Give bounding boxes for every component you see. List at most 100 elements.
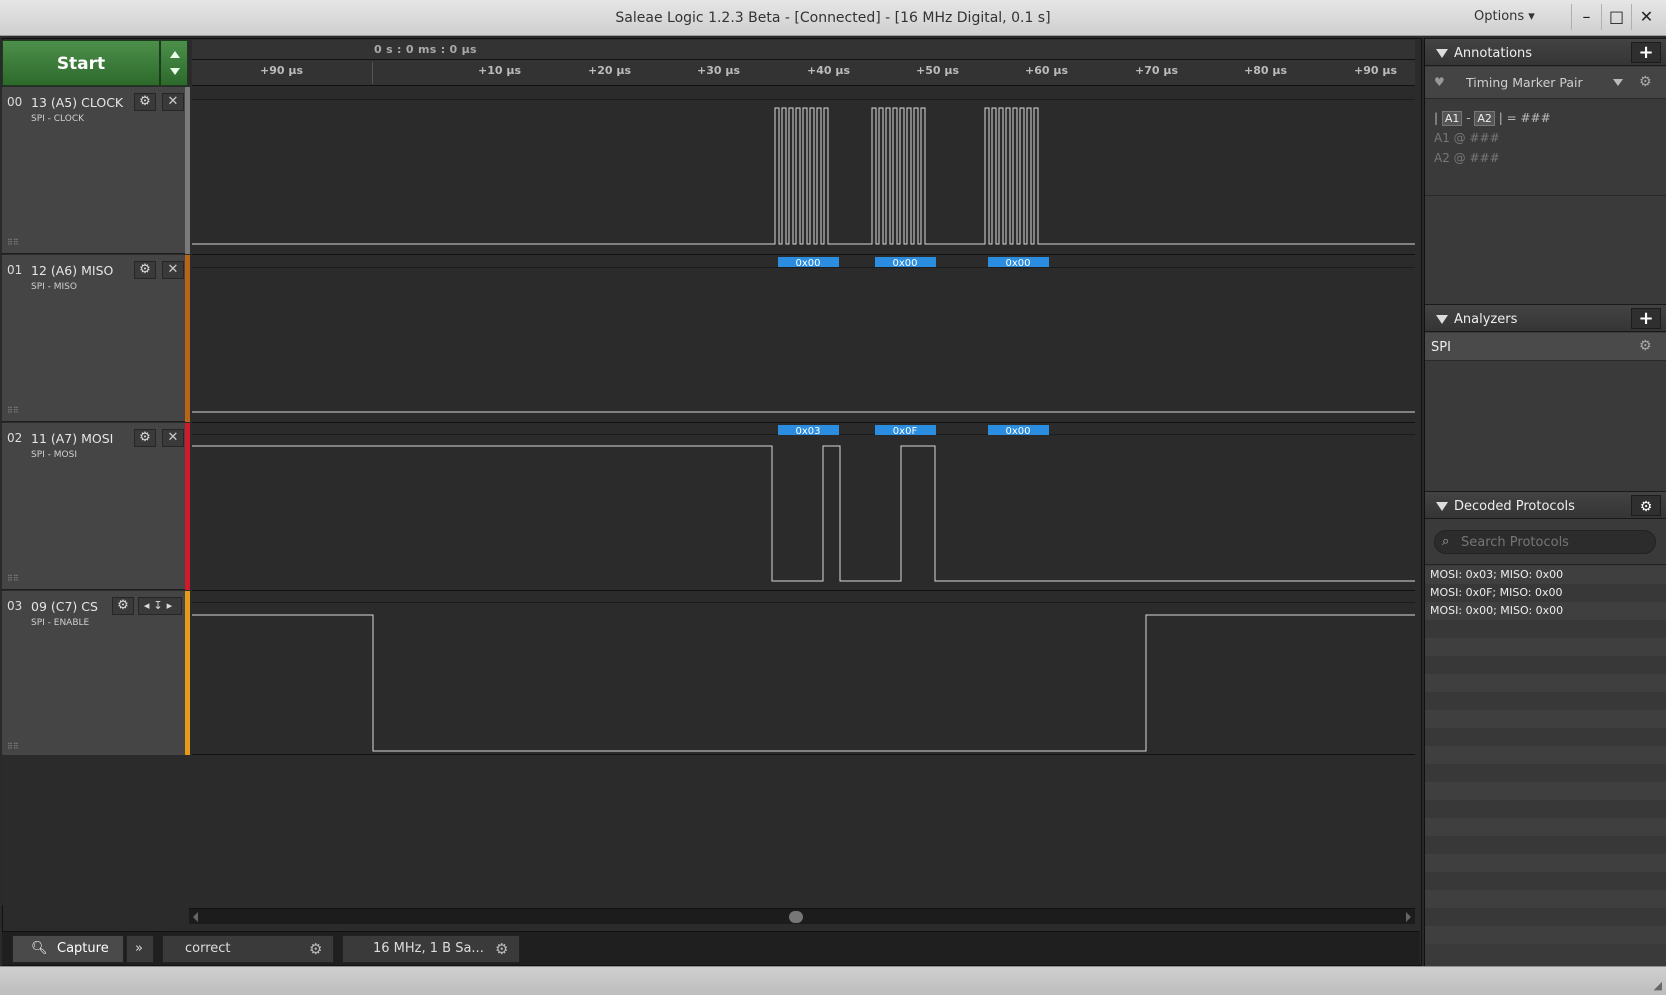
channel-row-cs[interactable]: 03 09 (C7) CS SPI - ENABLE ⚙ ◂↧▸ ⠿⠿	[2, 591, 190, 758]
channel-number: 03	[7, 599, 23, 613]
decoded-row[interactable]: MOSI: 0x0F; MISO: 0x00	[1425, 584, 1666, 602]
channel-settings-button[interactable]: ⚙	[134, 93, 156, 111]
marker-a1-readout: A1 @ ###	[1434, 131, 1500, 145]
ruler-tick: +60 µs	[1025, 64, 1068, 77]
arrow-down-icon	[170, 68, 180, 75]
horizontal-scrollbar[interactable]	[189, 908, 1415, 924]
ruler-tick: +30 µs	[697, 64, 740, 77]
channel-settings-button[interactable]: ⚙	[112, 597, 134, 615]
scroll-thumb[interactable]	[789, 911, 803, 923]
gear-icon[interactable]: ⚙	[1639, 338, 1652, 354]
marker-a1-chip[interactable]: A1	[1441, 111, 1463, 126]
close-icon: ✕	[167, 430, 179, 445]
start-options-button[interactable]	[160, 40, 188, 86]
minimize-button[interactable]: –	[1571, 4, 1601, 30]
channel-number: 02	[7, 431, 23, 445]
analyzers-header[interactable]: Analyzers +	[1425, 304, 1666, 332]
channel-color-bar	[185, 423, 190, 590]
add-annotation-button[interactable]: +	[1631, 42, 1661, 63]
channel-row-mosi[interactable]: 02 11 (A7) MOSI SPI - MOSI ⚙ ✕ ⠿⠿	[2, 423, 190, 590]
drag-handle-icon[interactable]: ⠿⠿	[7, 574, 19, 583]
decoded-row-empty	[1425, 908, 1666, 926]
chevron-down-icon[interactable]	[1613, 79, 1623, 86]
close-button[interactable]: ✕	[1631, 4, 1661, 30]
analyzer-item-spi[interactable]: SPI ⚙	[1425, 333, 1666, 361]
gear-icon[interactable]: ⚙	[495, 936, 508, 962]
decoded-row-empty	[1425, 728, 1666, 746]
ruler-tick: +40 µs	[807, 64, 850, 77]
ruler-tick: +20 µs	[588, 64, 631, 77]
formula-dash: -	[1466, 111, 1471, 125]
gear-icon[interactable]: ⚙	[309, 936, 322, 962]
mosi-decoded-label: 0x0F	[893, 426, 918, 437]
decoded-protocols-header[interactable]: Decoded Protocols ⚙	[1425, 491, 1666, 519]
resize-grip-icon[interactable]: ◢	[1654, 979, 1662, 992]
collapse-triangle-icon[interactable]	[1436, 49, 1448, 58]
decoded-row-empty	[1425, 638, 1666, 656]
channel-color-bar	[185, 255, 190, 422]
waveform-view[interactable]: 0x00 0x00 0x00 0x03 0x0F 0x00	[192, 87, 1415, 755]
time-ruler[interactable]: 0 s : 0 ms : 0 µs +90 µs +10 µs +20 µs +…	[192, 40, 1415, 86]
application-window: Saleae Logic 1.2.3 Beta - [Connected] - …	[0, 0, 1666, 995]
ruler-tick: +10 µs	[478, 64, 521, 77]
channel-name[interactable]: 13 (A5) CLOCK	[31, 95, 123, 110]
right-sidebar: Annotations + ♥ Timing Marker Pair ⚙ | A…	[1424, 38, 1666, 966]
maximize-button[interactable]: □	[1601, 4, 1631, 30]
capture-tab[interactable]: 🔍︎ Capture	[12, 935, 124, 963]
formula-result: | = ###	[1498, 111, 1551, 125]
gear-icon: ⚙	[117, 598, 129, 613]
decoded-row-empty	[1425, 872, 1666, 890]
decoded-row-empty	[1425, 926, 1666, 944]
drag-handle-icon[interactable]: ⠿⠿	[7, 238, 19, 247]
ruler-tick: +50 µs	[916, 64, 959, 77]
annotations-header[interactable]: Annotations +	[1425, 38, 1666, 66]
channel-settings-button[interactable]: ⚙	[134, 261, 156, 279]
session-tab-capture-settings[interactable]: 16 MHz, 1 B Sa... ⚙	[342, 935, 520, 963]
channel-subtitle: SPI - MOSI	[31, 450, 77, 460]
ruler-tick: +70 µs	[1135, 64, 1178, 77]
marker-a2-chip[interactable]: A2	[1474, 111, 1495, 126]
channel-remove-button[interactable]: ✕	[162, 429, 184, 447]
channel-number: 00	[7, 95, 23, 109]
decoded-protocols-body: ⌕ MOSI: 0x03; MISO: 0x00 MOSI: 0x0F; MIS…	[1425, 520, 1666, 965]
decoded-row-empty	[1425, 674, 1666, 692]
channel-name[interactable]: 12 (A6) MISO	[31, 263, 113, 278]
drag-handle-icon[interactable]: ⠿⠿	[7, 406, 19, 415]
search-icon: ⌕	[1442, 534, 1450, 549]
session-tab-correct[interactable]: correct ⚙	[162, 935, 334, 963]
expand-tabs-button[interactable]: »	[126, 935, 154, 963]
ruler-time-origin: 0 s : 0 ms : 0 µs	[374, 43, 477, 56]
prev-edge-icon[interactable]: ◂	[144, 599, 154, 612]
decoded-row[interactable]: MOSI: 0x03; MISO: 0x00	[1425, 566, 1666, 584]
channel-row-miso[interactable]: 01 12 (A6) MISO SPI - MISO ⚙ ✕ ⠿⠿	[2, 255, 190, 422]
search-protocols-input[interactable]	[1434, 530, 1656, 554]
channel-name[interactable]: 11 (A7) MOSI	[31, 431, 113, 446]
analyzers-title: Analyzers	[1454, 312, 1518, 327]
mosi-decoded-label: 0x03	[795, 426, 820, 437]
edge-type-icon[interactable]: ↧	[153, 599, 166, 612]
ruler-tick: +90 µs	[260, 64, 303, 77]
add-analyzer-button[interactable]: +	[1631, 308, 1661, 329]
scroll-left-icon[interactable]	[193, 912, 198, 922]
decoded-row-empty	[1425, 800, 1666, 818]
edge-navigation-buttons[interactable]: ◂↧▸	[138, 597, 182, 615]
start-button[interactable]: Start	[2, 40, 160, 86]
timing-marker-row[interactable]: ♥ Timing Marker Pair ⚙	[1425, 67, 1666, 99]
drag-handle-icon[interactable]: ⠿⠿	[7, 742, 19, 751]
ruler-tick: +90 µs	[1354, 64, 1397, 77]
next-edge-icon[interactable]: ▸	[167, 599, 177, 612]
collapse-triangle-icon[interactable]	[1436, 502, 1448, 511]
channel-remove-button[interactable]: ✕	[162, 261, 184, 279]
scroll-right-icon[interactable]	[1406, 912, 1411, 922]
channel-settings-button[interactable]: ⚙	[134, 429, 156, 447]
channel-color-bar	[185, 87, 190, 254]
decoded-protocols-settings-button[interactable]: ⚙	[1631, 495, 1661, 516]
options-menu-button[interactable]: Options ▾	[1474, 9, 1535, 24]
channel-remove-button[interactable]: ✕	[162, 93, 184, 111]
gear-icon[interactable]: ⚙	[1639, 74, 1652, 90]
gear-icon: ⚙	[139, 262, 151, 277]
decoded-row[interactable]: MOSI: 0x00; MISO: 0x00	[1425, 602, 1666, 620]
channel-row-clock[interactable]: 00 13 (A5) CLOCK SPI - CLOCK ⚙ ✕ ⠿⠿	[2, 87, 190, 254]
channel-name[interactable]: 09 (C7) CS	[31, 599, 98, 614]
collapse-triangle-icon[interactable]	[1436, 315, 1448, 324]
